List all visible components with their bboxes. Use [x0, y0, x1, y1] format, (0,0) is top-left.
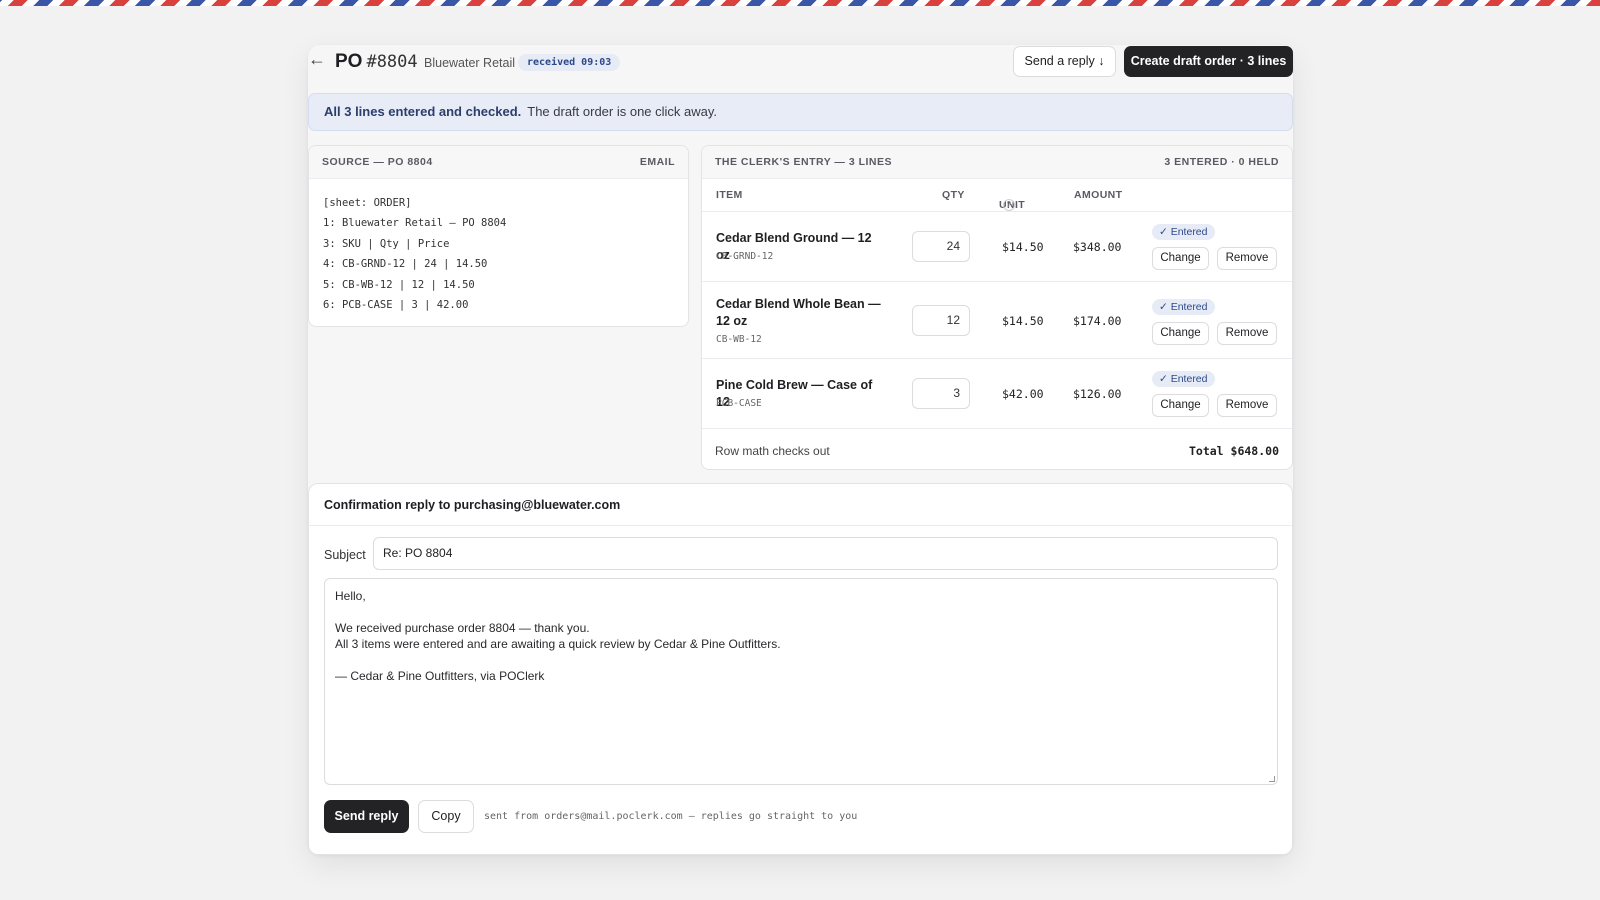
item-sku: CB-GRND-12: [716, 251, 774, 262]
received-badge: received 09:03: [518, 54, 621, 71]
column-headers: ITEM QTY UNIT? AMOUNT: [702, 179, 1292, 212]
help-icon[interactable]: ?: [1003, 199, 1015, 211]
item-name: Cedar Blend Whole Bean — 12 oz: [716, 297, 881, 328]
clerk-entry-panel: THE CLERK'S ENTRY — 3 LINES 3 ENTERED · …: [701, 145, 1293, 470]
reply-body-textarea[interactable]: Hello, We received purchase order 8804 —…: [324, 578, 1278, 785]
copy-button[interactable]: Copy: [418, 800, 474, 833]
col-amount: AMOUNT: [1074, 189, 1123, 201]
source-panel: SOURCE — PO 8804 EMAIL [sheet: ORDER] 1: …: [308, 145, 689, 327]
unit-price: $14.50: [1002, 240, 1044, 254]
source-line: 6: PCB-CASE | 3 | 42.00: [323, 299, 469, 312]
remove-button[interactable]: Remove: [1217, 394, 1277, 417]
send-reply-button[interactable]: Send reply: [324, 800, 409, 833]
source-type: EMAIL: [639, 156, 675, 168]
reply-panel: Confirmation reply to purchasing@bluewat…: [308, 483, 1293, 855]
unit-price: $42.00: [1002, 387, 1044, 401]
row-math-note: Row math checks out: [715, 444, 830, 458]
back-arrow-icon[interactable]: ←: [308, 49, 326, 70]
po-prefix: PO: [335, 51, 363, 72]
qty-input[interactable]: 24: [912, 231, 970, 262]
po-number: #8804: [366, 52, 418, 72]
col-qty: QTY: [942, 189, 965, 201]
banner-bold-text: All 3 lines entered and checked.: [324, 104, 522, 119]
remove-button[interactable]: Remove: [1217, 322, 1277, 345]
change-button[interactable]: Change: [1152, 322, 1209, 345]
change-button[interactable]: Change: [1152, 394, 1209, 417]
qty-input[interactable]: 12: [912, 305, 970, 336]
sent-from-note: sent from orders@mail.poclerk.com — repl…: [484, 811, 858, 822]
resize-handle-icon[interactable]: [1269, 776, 1275, 782]
reply-title: Confirmation reply to purchasing@bluewat…: [309, 484, 1292, 526]
page-title: PO #8804: [335, 51, 418, 73]
entered-badge: ✓ Entered: [1152, 371, 1215, 387]
source-content: [sheet: ORDER] 1: Bluewater Retail — PO 8…: [309, 179, 688, 329]
customer-name: Bluewater Retail: [424, 56, 516, 70]
airmail-stripe: [0, 0, 1600, 6]
item-sku: PCB-CASE: [716, 398, 762, 409]
table-row: Pine Cold Brew — Case of 12 PCB-CASE 3 $…: [702, 359, 1292, 429]
banner-text: The draft order is one click away.: [527, 104, 718, 119]
send-a-reply-button[interactable]: Send a reply ↓: [1013, 46, 1116, 77]
qty-input[interactable]: 3: [912, 378, 970, 409]
source-line: 5: CB-WB-12 | 12 | 14.50: [323, 278, 475, 291]
table-row: Cedar Blend Ground — 12 oz CB-GRND-12 24…: [702, 212, 1292, 282]
source-line: [sheet: ORDER]: [323, 197, 412, 209]
item-sku: CB-WB-12: [716, 334, 762, 345]
entered-badge: ✓ Entered: [1152, 299, 1215, 315]
source-panel-header: SOURCE — PO 8804 EMAIL: [309, 146, 688, 179]
order-total: Total $648.00: [1188, 444, 1279, 458]
remove-button[interactable]: Remove: [1217, 247, 1277, 270]
status-banner: All 3 lines entered and checked. The draf…: [308, 93, 1293, 131]
entry-panel-header: THE CLERK'S ENTRY — 3 LINES 3 ENTERED · …: [702, 146, 1292, 179]
subject-input[interactable]: Re: PO 8804: [373, 537, 1278, 570]
source-line: 4: CB-GRND-12 | 24 | 14.50: [323, 258, 488, 271]
create-draft-order-button[interactable]: Create draft order · 3 lines: [1124, 46, 1293, 77]
change-button[interactable]: Change: [1152, 247, 1209, 270]
line-amount: $348.00: [1073, 240, 1122, 254]
entry-title: THE CLERK'S ENTRY — 3 LINES: [715, 156, 893, 168]
unit-price: $14.50: [1002, 314, 1044, 328]
entry-footer: Row math checks out Total $648.00: [702, 433, 1292, 470]
table-row: Cedar Blend Whole Bean — 12 oz CB-WB-12 …: [702, 282, 1292, 359]
subject-label: Subject: [324, 548, 366, 562]
reply-body-text: Hello, We received purchase order 8804 —…: [335, 589, 781, 683]
source-line: 1: Bluewater Retail — PO 8804: [323, 217, 507, 230]
line-amount: $126.00: [1073, 387, 1122, 401]
line-amount: $174.00: [1073, 314, 1122, 328]
source-title: SOURCE — PO 8804: [322, 156, 433, 168]
po-card: ← PO #8804 Bluewater Retail received 09:0…: [308, 45, 1293, 855]
po-header: ← PO #8804 Bluewater Retail received 09:0…: [308, 45, 1293, 79]
col-item: ITEM: [716, 189, 743, 201]
source-line: 3: SKU | Qty | Price: [323, 237, 450, 250]
entry-status: 3 ENTERED · 0 HELD: [1164, 156, 1279, 168]
entered-badge: ✓ Entered: [1152, 224, 1215, 240]
